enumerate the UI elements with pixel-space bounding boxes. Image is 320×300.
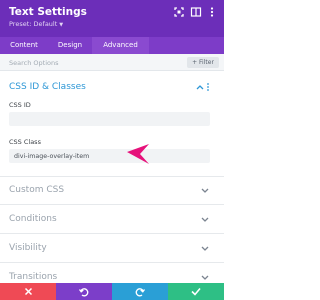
fullscreen-icon[interactable] bbox=[173, 6, 185, 18]
checkmark-icon bbox=[191, 287, 201, 296]
preset-caret-icon: ▼ bbox=[59, 22, 64, 28]
chevron-down-icon[interactable] bbox=[201, 275, 209, 281]
css-id-input[interactable] bbox=[9, 112, 210, 126]
chevron-down-icon[interactable] bbox=[201, 188, 209, 194]
undo-icon bbox=[79, 287, 89, 296]
more-vertical-icon[interactable] bbox=[206, 6, 218, 18]
preset-label: Preset: Default bbox=[9, 20, 58, 28]
section-menu-icon[interactable] bbox=[206, 82, 210, 92]
undo-button[interactable] bbox=[56, 283, 112, 300]
search-options-input[interactable] bbox=[9, 56, 179, 69]
chevron-down-icon[interactable] bbox=[201, 217, 209, 223]
filter-button[interactable]: + Filter bbox=[187, 57, 219, 68]
section-visibility[interactable]: Visibility bbox=[9, 242, 47, 254]
css-class-input[interactable] bbox=[9, 149, 210, 163]
section-custom-css[interactable]: Custom CSS bbox=[9, 184, 64, 196]
save-button[interactable] bbox=[168, 283, 224, 300]
plus-icon: + bbox=[192, 59, 198, 66]
settings-header: Text Settings Preset: Default ▼ bbox=[0, 0, 224, 37]
tab-design[interactable]: Design bbox=[48, 37, 92, 54]
section-divider bbox=[0, 262, 224, 263]
action-bar bbox=[0, 283, 224, 300]
chevron-down-icon[interactable] bbox=[201, 246, 209, 252]
split-view-icon[interactable] bbox=[190, 6, 202, 18]
close-button[interactable] bbox=[0, 283, 56, 300]
close-icon bbox=[24, 287, 32, 296]
preset-selector[interactable]: Preset: Default ▼ bbox=[9, 20, 63, 30]
redo-button[interactable] bbox=[112, 283, 168, 300]
search-bar: + Filter bbox=[0, 54, 224, 71]
tab-advanced[interactable]: Advanced bbox=[92, 37, 149, 54]
tab-bar: Content Design Advanced bbox=[0, 37, 224, 54]
section-divider bbox=[0, 204, 224, 205]
css-class-label: CSS Class bbox=[9, 138, 41, 146]
redo-icon bbox=[135, 287, 145, 296]
section-transitions[interactable]: Transitions bbox=[9, 271, 57, 283]
section-divider bbox=[0, 233, 224, 234]
section-divider bbox=[0, 176, 224, 177]
arrow-pointer-icon bbox=[127, 144, 149, 164]
section-conditions[interactable]: Conditions bbox=[9, 213, 57, 225]
css-id-label: CSS ID bbox=[9, 101, 31, 109]
filter-label: Filter bbox=[199, 59, 214, 66]
section-css-id-classes-title[interactable]: CSS ID & Classes bbox=[9, 81, 86, 93]
tab-content[interactable]: Content bbox=[0, 37, 48, 54]
chevron-up-icon[interactable] bbox=[196, 84, 204, 90]
modal-title: Text Settings bbox=[9, 6, 87, 18]
